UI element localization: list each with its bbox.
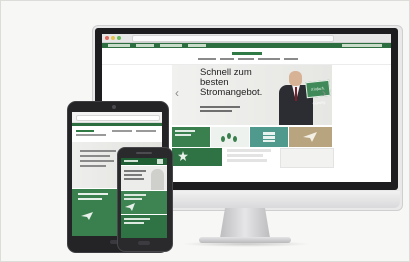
hero-subline xyxy=(200,110,232,112)
phone-speaker xyxy=(136,152,152,154)
arrow-left-icon[interactable]: ‹ xyxy=(175,87,179,99)
text-line xyxy=(227,149,271,152)
tablet-site-bar xyxy=(72,123,162,126)
imac-stand-foot xyxy=(199,237,291,243)
paper-plane-icon xyxy=(125,203,135,211)
browser-chrome xyxy=(102,34,391,43)
nav-item[interactable] xyxy=(284,58,298,60)
stack-icon xyxy=(263,132,275,142)
text-line xyxy=(227,154,263,157)
phone-green-panel[interactable] xyxy=(121,191,167,214)
hero-subline xyxy=(200,106,240,108)
logo-icon[interactable] xyxy=(232,52,262,55)
info-tile[interactable] xyxy=(172,148,222,166)
site-header xyxy=(102,48,391,65)
star-icon xyxy=(178,151,188,161)
nav-item[interactable] xyxy=(238,58,254,60)
feature-tile[interactable] xyxy=(172,127,210,147)
info-tile[interactable] xyxy=(280,148,334,168)
nav-item[interactable] xyxy=(258,58,280,60)
feature-tile[interactable] xyxy=(250,127,288,147)
maximize-dot-icon[interactable] xyxy=(117,36,121,40)
product-mockup-frame: ‹ Schnell zum besten Stromangebot. Einfa… xyxy=(0,0,410,262)
nav-item[interactable] xyxy=(220,58,234,60)
footsteps-icon xyxy=(221,133,237,142)
feature-tile[interactable] xyxy=(211,127,249,147)
phone-green-panel[interactable] xyxy=(121,215,167,238)
imac-stand-neck xyxy=(220,208,270,238)
phone-screen xyxy=(121,158,167,238)
paper-plane-icon xyxy=(81,212,93,220)
nav-item[interactable] xyxy=(198,58,216,60)
hero-banner: ‹ Schnell zum besten Stromangebot. Einfa… xyxy=(172,65,332,125)
text-line xyxy=(227,159,267,162)
paper-plane-icon xyxy=(303,132,317,142)
tablet-header xyxy=(72,127,162,139)
phone-hero xyxy=(121,166,167,190)
tablet-camera xyxy=(112,105,116,109)
close-dot-icon[interactable] xyxy=(105,36,109,40)
address-bar[interactable] xyxy=(132,35,334,42)
phone-home-button[interactable] xyxy=(138,241,150,245)
sign-board: Einfach. Günstig. xyxy=(305,79,331,106)
tablet-browser-bar xyxy=(72,112,162,123)
tablet-address-bar[interactable] xyxy=(76,115,160,121)
feature-tile[interactable] xyxy=(289,127,332,147)
arrow-right-icon[interactable]: › xyxy=(322,87,326,99)
minimize-dot-icon[interactable] xyxy=(111,36,115,40)
phone-site-bar xyxy=(121,158,167,165)
hero-title: Schnell zum besten Stromangebot. xyxy=(200,67,263,98)
